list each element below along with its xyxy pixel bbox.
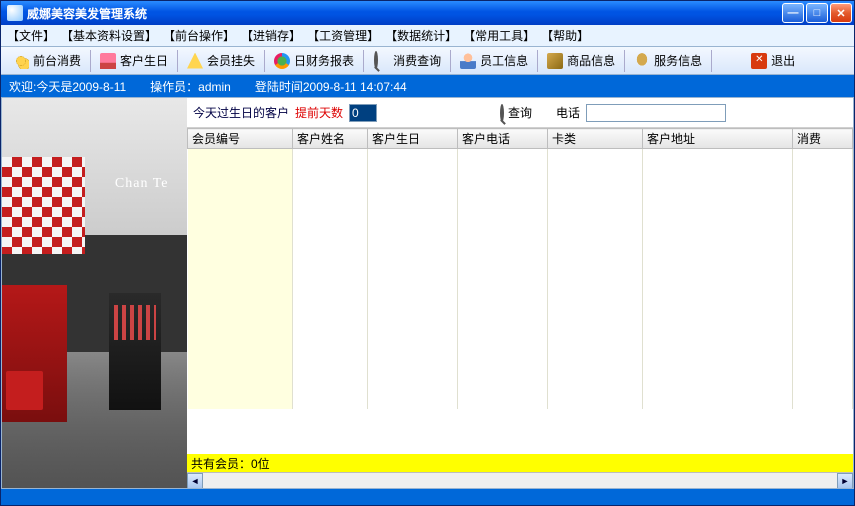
- bell-icon: [634, 53, 650, 69]
- summary-text: 共有会员：0位: [191, 455, 270, 472]
- tb-staff[interactable]: 员工信息: [452, 49, 536, 73]
- table-empty-row: [188, 149, 853, 409]
- bottom-bar: [1, 489, 854, 505]
- days-input[interactable]: [349, 104, 377, 122]
- tb-exit[interactable]: 退出: [743, 49, 803, 73]
- user-icon: [460, 53, 476, 69]
- app-window: 威娜美容美发管理系统 — □ ✕ 【文件】 【基本资料设置】 【前台操作】 【进…: [0, 0, 855, 506]
- scroll-right-button[interactable]: ►: [837, 473, 853, 489]
- body: Chan Te 今天过生日的客户 提前天数 查询 电话: [1, 97, 854, 489]
- tb-service[interactable]: 服务信息: [626, 49, 710, 73]
- toolbar: 前台消费 客户生日 会员挂失 日财务报表 消费查询 员工信息 商品信息 服务信息…: [1, 47, 854, 75]
- col-address[interactable]: 客户地址: [643, 129, 793, 149]
- main-panel: 今天过生日的客户 提前天数 查询 电话: [187, 98, 853, 488]
- horizontal-scrollbar[interactable]: ◄ ►: [187, 472, 853, 488]
- phone-input[interactable]: [586, 104, 726, 122]
- filter-bar: 今天过生日的客户 提前天数 查询 电话: [187, 98, 853, 128]
- menu-stock[interactable]: 【进销存】: [241, 27, 301, 44]
- query-button[interactable]: 查询: [499, 104, 532, 121]
- customer-grid[interactable]: 会员编号 客户姓名 客户生日 客户电话 卡类 客户地址 消费: [187, 128, 853, 454]
- exit-icon: [751, 53, 767, 69]
- col-card[interactable]: 卡类: [548, 129, 643, 149]
- tb-front-consume[interactable]: 前台消费: [5, 49, 89, 73]
- menu-stats[interactable]: 【数据统计】: [385, 27, 457, 44]
- window-title: 威娜美容美发管理系统: [27, 5, 782, 22]
- cake-icon: [100, 53, 116, 69]
- col-birthday[interactable]: 客户生日: [368, 129, 458, 149]
- search-icon: [499, 106, 505, 120]
- status-operator: 操作员：admin: [150, 78, 231, 95]
- menu-salary[interactable]: 【工资管理】: [307, 27, 379, 44]
- status-login: 登陆时间2009-8-11 14:07:44: [255, 78, 407, 95]
- tb-goods[interactable]: 商品信息: [539, 49, 623, 73]
- minimize-button[interactable]: —: [782, 3, 804, 23]
- status-welcome: 欢迎:今天是2009-8-11: [9, 78, 126, 95]
- scroll-left-button[interactable]: ◄: [187, 473, 203, 489]
- close-button[interactable]: ✕: [830, 3, 852, 23]
- tb-birthday[interactable]: 客户生日: [92, 49, 176, 73]
- col-consume[interactable]: 消费: [793, 129, 853, 149]
- window-controls: — □ ✕: [782, 3, 852, 23]
- warn-icon: [187, 53, 203, 69]
- col-phone[interactable]: 客户电话: [458, 129, 548, 149]
- tb-query[interactable]: 消费查询: [365, 49, 449, 73]
- filter-days-label: 提前天数: [295, 104, 343, 121]
- chart-icon: [274, 53, 290, 69]
- menu-tools[interactable]: 【常用工具】: [463, 27, 535, 44]
- sidebar-image: Chan Te: [2, 98, 187, 488]
- menu-front[interactable]: 【前台操作】: [163, 27, 235, 44]
- table-header-row: 会员编号 客户姓名 客户生日 客户电话 卡类 客户地址 消费: [188, 129, 853, 149]
- filter-title: 今天过生日的客户: [193, 104, 289, 121]
- summary-bar: 共有会员：0位: [187, 454, 853, 472]
- menu-basic[interactable]: 【基本资料设置】: [61, 27, 157, 44]
- search-icon: [373, 53, 389, 69]
- phone-label: 电话: [556, 104, 580, 121]
- tb-loss[interactable]: 会员挂失: [179, 49, 263, 73]
- maximize-button[interactable]: □: [806, 3, 828, 23]
- col-member-id[interactable]: 会员编号: [188, 129, 293, 149]
- menu-bar: 【文件】 【基本资料设置】 【前台操作】 【进销存】 【工资管理】 【数据统计】…: [1, 25, 854, 47]
- menu-file[interactable]: 【文件】: [7, 27, 55, 44]
- title-bar: 威娜美容美发管理系统 — □ ✕: [1, 1, 854, 25]
- coins-icon: [13, 53, 29, 69]
- box-icon: [547, 53, 563, 69]
- salon-sign: Chan Te: [115, 176, 169, 192]
- app-icon: [7, 5, 23, 21]
- tb-report[interactable]: 日财务报表: [266, 49, 362, 73]
- col-name[interactable]: 客户姓名: [293, 129, 368, 149]
- menu-help[interactable]: 【帮助】: [541, 27, 589, 44]
- status-line: 欢迎:今天是2009-8-11 操作员：admin 登陆时间2009-8-11 …: [1, 75, 854, 97]
- grid-wrap: 会员编号 客户姓名 客户生日 客户电话 卡类 客户地址 消费: [187, 128, 853, 488]
